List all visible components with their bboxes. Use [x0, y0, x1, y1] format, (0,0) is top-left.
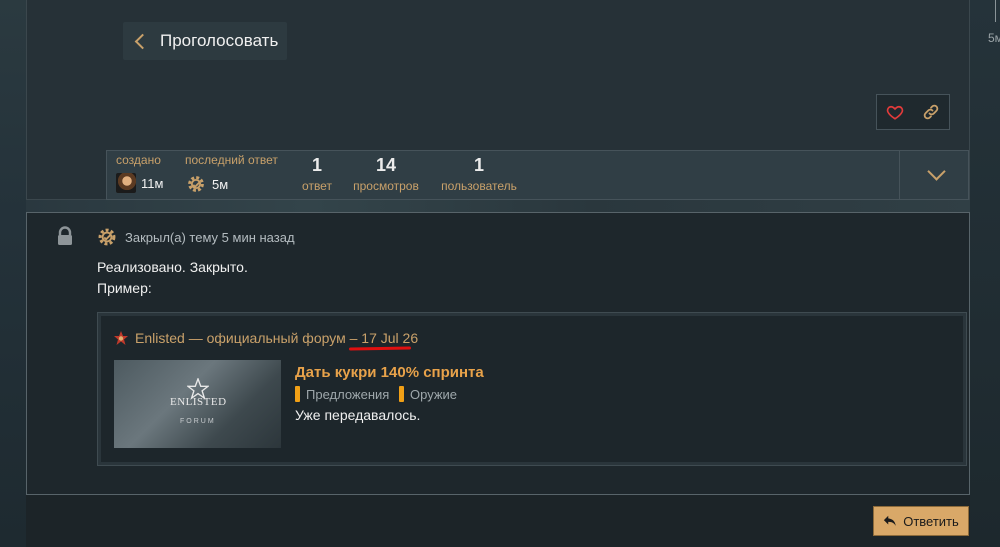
source-date[interactable]: 17 Jul 26 — [361, 330, 418, 346]
link-preview-excerpt: Уже передавалось. — [295, 407, 421, 423]
timeline-line — [995, 0, 996, 22]
thumbnail-logo-text: ENLISTED — [170, 396, 227, 408]
link-preview-source[interactable]: Enlisted — официальный форум – 17 Jul 26 — [135, 330, 418, 346]
notice-line: Пример: — [97, 280, 152, 296]
gear-avatar-icon[interactable] — [96, 226, 118, 248]
post-actions — [876, 94, 950, 130]
link-icon[interactable] — [922, 103, 940, 121]
avatar[interactable] — [116, 173, 136, 193]
chevron-left-icon — [134, 33, 151, 49]
topic-meta-bar: создано 11м последний ответ 5м 1 ответ 1… — [106, 150, 969, 200]
meta-last-reply-label: последний ответ — [185, 153, 278, 167]
category-color-bar — [295, 386, 300, 402]
vote-button[interactable]: Проголосовать — [123, 22, 287, 60]
gear-avatar-icon[interactable] — [185, 173, 207, 195]
meta-created-time: 11м — [141, 175, 164, 191]
link-preview-thumbnail[interactable]: ENLISTED FORUM — [114, 360, 281, 448]
lock-icon — [58, 226, 72, 245]
meta-created-label: создано — [116, 153, 161, 167]
category-name: Предложения — [306, 386, 390, 402]
stat-users-label: пользователь — [441, 179, 517, 193]
closed-action-text: Закрыл(а) тему 5 мин назад — [125, 230, 295, 245]
stat-replies-value: 1 — [311, 155, 322, 175]
background-left — [0, 0, 26, 547]
meta-divider — [899, 151, 900, 199]
source-name[interactable]: Enlisted — официальный форум — [135, 330, 346, 346]
stat-users-value: 1 — [473, 155, 484, 175]
stat-replies-label: ответ — [302, 179, 332, 193]
thumbnail-forum-text: FORUM — [180, 418, 216, 425]
reply-button[interactable]: Ответить — [873, 506, 969, 536]
category-color-bar — [399, 386, 404, 402]
stat-views-value: 14 — [375, 155, 397, 175]
chevron-down-icon[interactable] — [927, 162, 946, 181]
category-name: Оружие — [410, 386, 458, 402]
heart-icon[interactable] — [886, 103, 904, 121]
reply-icon — [884, 515, 896, 526]
meta-last-reply-time: 5м — [212, 176, 229, 192]
stat-views-label: просмотров — [353, 179, 419, 193]
category-badge[interactable]: Оружие — [399, 386, 457, 402]
reply-button-label: Ответить — [903, 513, 959, 529]
timeline-label: 5м — [988, 31, 1000, 45]
background-right — [970, 0, 1000, 547]
enlisted-favicon-icon — [114, 331, 128, 345]
vote-button-label: Проголосовать — [160, 31, 279, 50]
category-badge[interactable]: Предложения — [295, 386, 389, 402]
notice-line: Реализовано. Закрыто. — [97, 259, 248, 275]
source-separator: – — [345, 330, 362, 346]
link-preview-title[interactable]: Дать кукри 140% спринта — [295, 364, 484, 381]
